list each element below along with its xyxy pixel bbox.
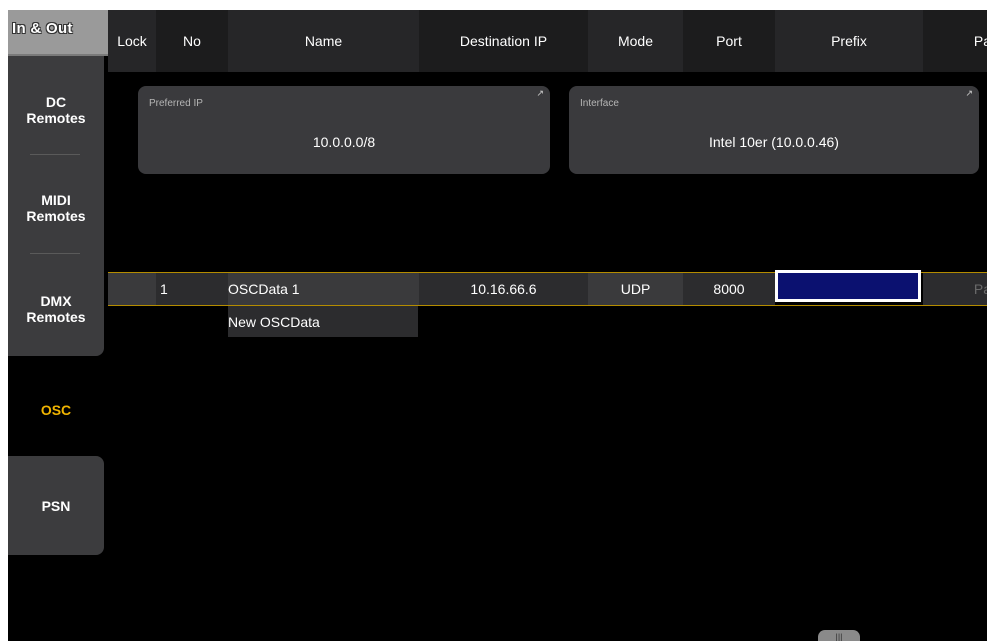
preferred-ip-value: 10.0.0.0/8 — [312, 134, 376, 150]
pa-cell-label: Pa — [973, 281, 987, 297]
corner-arrow-icon: ↗ — [965, 88, 973, 98]
no-cell[interactable]: 1 — [156, 273, 228, 305]
sidebar-item-label: Remotes — [26, 309, 86, 325]
sidebar-item-midi-remotes[interactable]: MIDI Remotes — [8, 192, 104, 224]
column-header-lock[interactable]: Lock — [108, 10, 156, 72]
preferred-ip-field[interactable]: Preferred IP ↗ 10.0.0.0/8 — [138, 86, 550, 174]
corner-arrow-icon: ↗ — [536, 88, 544, 98]
sidebar-item-label: MIDI — [41, 192, 71, 208]
window-title: In & Out — [12, 20, 73, 37]
new-oscdata-button[interactable]: New OSCData — [228, 306, 418, 337]
sidebar-divider — [30, 253, 80, 254]
sidebar-item-label: Remotes — [26, 110, 86, 126]
pa-cell[interactable]: Pa — [923, 273, 987, 305]
name-cell[interactable]: OSCData 1 — [228, 273, 419, 305]
column-header-destination-ip[interactable]: Destination IP — [419, 10, 588, 72]
sidebar-item-dmx-remotes[interactable]: DMX Remotes — [8, 293, 104, 325]
column-header-prefix[interactable]: Prefix — [775, 10, 923, 72]
sidebar-item-osc[interactable]: OSC — [8, 402, 104, 418]
column-header-name[interactable]: Name — [228, 10, 419, 72]
column-header-no[interactable]: No — [156, 10, 228, 72]
sidebar-item-label: DMX — [40, 293, 72, 309]
column-header-mode[interactable]: Mode — [588, 10, 683, 72]
column-header-port[interactable]: Port — [683, 10, 775, 72]
mode-cell[interactable]: UDP — [588, 273, 683, 305]
lock-cell[interactable] — [108, 273, 156, 305]
interface-field[interactable]: Interface ↗ Intel 10er (10.0.0.46) — [569, 86, 979, 174]
sidebar-item-dc-remotes[interactable]: DC Remotes — [8, 94, 104, 126]
destination-ip-cell[interactable]: 10.16.66.6 — [419, 273, 588, 305]
port-cell[interactable]: 8000 — [683, 273, 775, 305]
sidebar-item-label: Remotes — [26, 208, 86, 224]
sidebar-divider — [30, 154, 80, 155]
column-header-pa-label: Pa — [973, 33, 987, 49]
sidebar-item-label: DC — [45, 94, 67, 110]
column-header-pa[interactable]: Pa — [923, 10, 987, 72]
interface-value: Intel 10er (10.0.0.46) — [709, 134, 839, 150]
table-row[interactable]: 1 OSCData 1 10.16.66.6 UDP 8000 Pa — [108, 270, 987, 306]
in-out-window: In & Out DC Remotes MIDI Remotes DMX Rem… — [8, 10, 987, 641]
sidebar-item-label: PSN — [41, 498, 71, 514]
sidebar-item-label: OSC — [40, 402, 72, 418]
scroll-handle-icon[interactable]: ||| — [818, 630, 860, 641]
prefix-cell-selected[interactable] — [775, 270, 921, 302]
preferred-ip-label: Preferred IP — [149, 98, 203, 109]
interface-label: Interface — [580, 98, 619, 109]
sidebar-item-psn[interactable]: PSN — [8, 498, 104, 514]
